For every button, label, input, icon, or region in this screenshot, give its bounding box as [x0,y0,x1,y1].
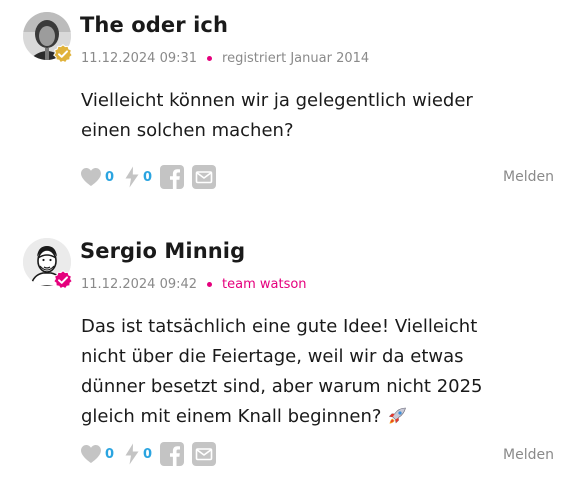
verified-badge-icon [53,270,73,290]
comment-author[interactable]: Sergio Minnig [80,239,245,263]
heart-icon [81,168,101,186]
lightning-icon [125,166,139,188]
dislike-button[interactable]: 0 [124,443,152,465]
like-count: 0 [105,446,115,462]
share-facebook-button[interactable] [160,442,185,466]
comment-text-line-last: gleich mit einem Knall beginnen? [81,402,561,432]
report-link[interactable]: Melden [503,447,554,463]
user-tag: registriert Januar 2014 [222,51,370,66]
avatar-wrap [23,12,73,64]
comment-text-line: dünner besetzt sind, aber warum nicht 20… [81,376,483,397]
comment-body: Vielleicht können wir ja gelegentlich wi… [81,86,561,146]
comment-body: Das ist tatsächlich eine gute Idee! Viel… [81,312,561,432]
dislike-button[interactable]: 0 [124,166,152,188]
comment-timestamp: 11.12.2024 09:42 [81,277,198,292]
like-button[interactable]: 0 [80,444,114,464]
comment-text-span: gleich mit einem Knall beginnen? [81,406,382,427]
report-link[interactable]: Melden [503,169,554,185]
mail-icon [192,442,217,466]
comment-meta: 11.12.2024 09:42 team watson [81,277,307,292]
facebook-icon [160,165,185,189]
comment-text-line: Vielleicht können wir ja gelegentlich wi… [81,90,473,111]
facebook-icon [160,442,185,466]
verified-badge-icon [53,44,73,64]
comment-author[interactable]: The oder ich [80,13,228,37]
avatar-wrap [23,238,73,290]
like-button[interactable]: 0 [80,167,114,187]
comment-text-line: einen solchen machen? [81,120,294,141]
separator-dot [207,56,213,61]
user-tag: team watson [222,277,307,292]
share-mail-button[interactable] [192,442,217,466]
heart-icon [81,445,101,463]
comment-text-line: Das ist tatsächlich eine gute Idee! Viel… [81,316,478,337]
comment-actions: 0 0 [80,442,217,466]
dislike-count: 0 [143,446,153,462]
comment-text-line: nicht über die Feiertage, weil wir da et… [81,346,464,367]
share-facebook-button[interactable] [160,165,185,189]
rocket-icon [389,407,407,424]
like-count: 0 [105,169,115,185]
mail-icon [192,165,217,189]
share-mail-button[interactable] [192,165,217,189]
comment-timestamp: 11.12.2024 09:31 [81,51,198,66]
separator-dot [207,282,213,287]
comment-meta: 11.12.2024 09:31 registriert Januar 2014 [81,51,369,66]
lightning-icon [125,443,139,465]
dislike-count: 0 [143,169,153,185]
comment-actions: 0 0 [80,165,217,189]
